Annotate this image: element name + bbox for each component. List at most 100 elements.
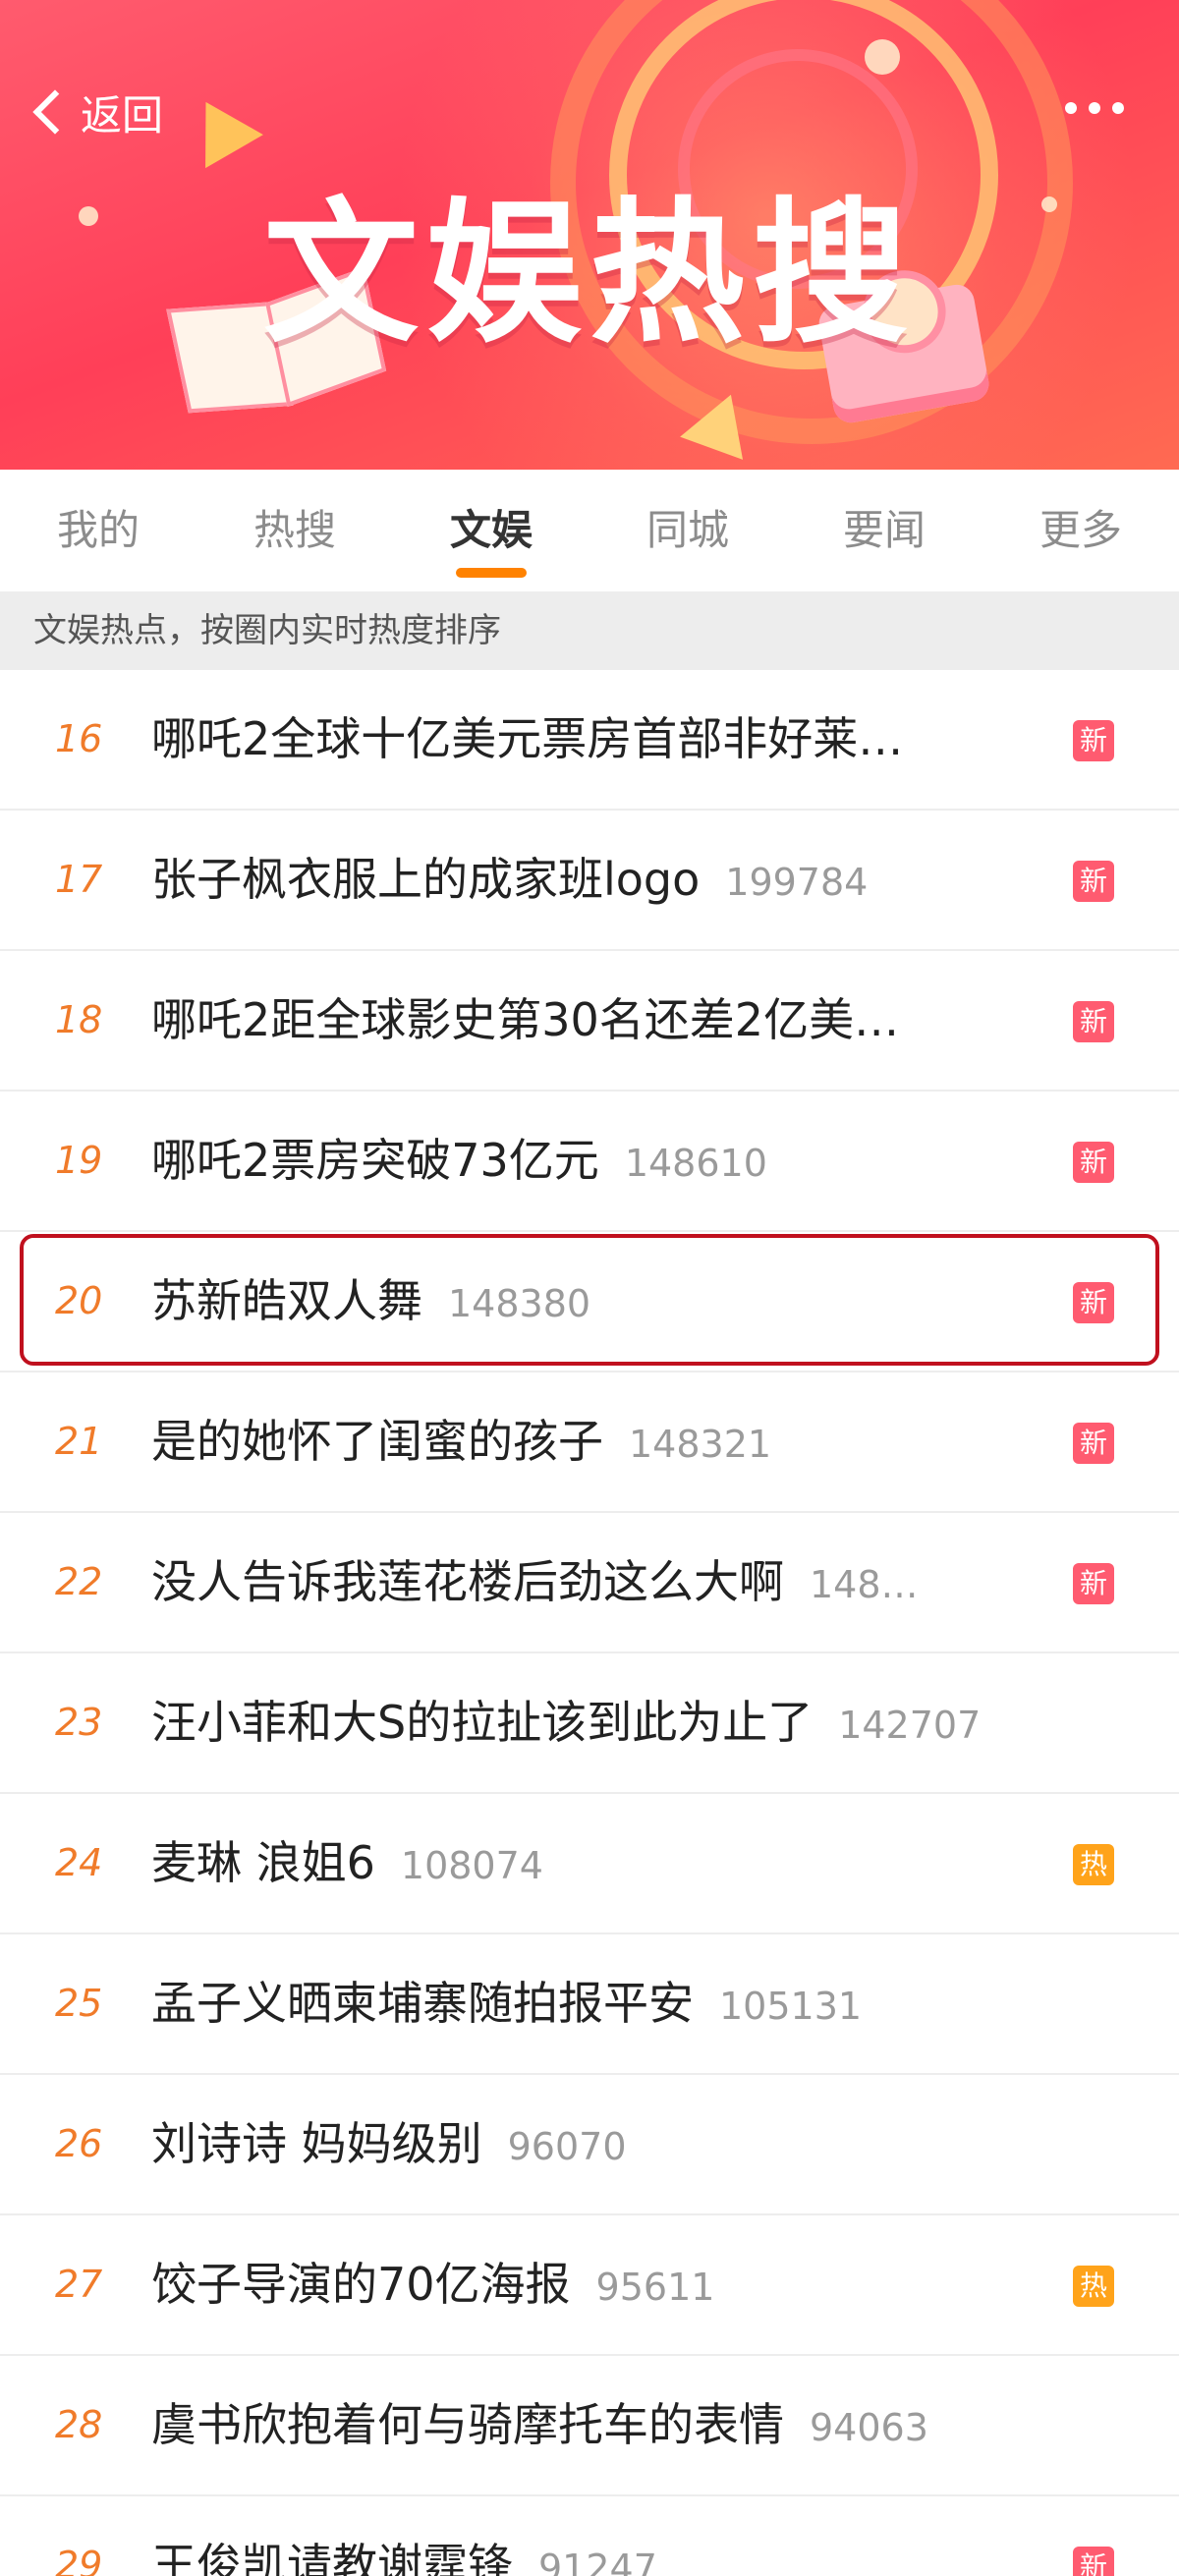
tab-label: 文娱 xyxy=(449,506,533,554)
tab-label: 我的 xyxy=(56,506,140,554)
tab-local[interactable]: 同城 xyxy=(590,470,786,591)
topic-title: 哪吒2票房突破73亿元 xyxy=(151,1134,599,1187)
category-tabs: 我的 热搜 文娱 同城 要闻 更多 xyxy=(0,470,1179,591)
header-banner: 文娱热搜 返回 xyxy=(0,0,1179,470)
tab-label: 要闻 xyxy=(842,506,926,554)
list-item[interactable]: 27 饺子导演的70亿海报 95611 热 xyxy=(0,2215,1179,2356)
list-item[interactable]: 28 虞书欣抱着何与骑摩托车的表情 94063 xyxy=(0,2356,1179,2496)
topic-title: 麦琳 浪姐6 xyxy=(151,1836,375,1889)
back-label: 返回 xyxy=(81,90,164,140)
new-badge: 新 xyxy=(1073,1142,1114,1183)
rank-number: 18 xyxy=(55,998,103,1041)
heat-count: 199784 xyxy=(725,861,869,904)
list-item[interactable]: 20 苏新皓双人舞 148380 新 xyxy=(0,1232,1179,1372)
list-item[interactable]: 17 张子枫衣服上的成家班logo 199784 新 xyxy=(0,811,1179,951)
new-badge: 新 xyxy=(1073,1563,1114,1604)
list-item[interactable]: 21 是的她怀了闺蜜的孩子 148321 新 xyxy=(0,1372,1179,1513)
rank-number: 26 xyxy=(55,2122,103,2165)
new-badge: 新 xyxy=(1073,1001,1114,1042)
more-button[interactable] xyxy=(1065,102,1124,114)
active-tab-indicator xyxy=(456,568,527,578)
new-badge: 新 xyxy=(1073,720,1114,761)
topic-title: 王俊凯请教谢霆锋 xyxy=(151,2539,513,2576)
list-item[interactable]: 25 孟子义晒柬埔寨随拍报平安 105131 xyxy=(0,1934,1179,2075)
list-item[interactable]: 24 麦琳 浪姐6 108074 热 xyxy=(0,1794,1179,1934)
heat-count: 142707 xyxy=(838,1704,982,1747)
rank-number: 23 xyxy=(55,1701,103,1744)
list-item[interactable]: 23 汪小菲和大S的拉扯该到此为止了 142707 xyxy=(0,1653,1179,1794)
topic-link[interactable]: 汪小菲和大S的拉扯该到此为止了 142707 xyxy=(151,1653,981,1792)
heat-count: 108074 xyxy=(400,1844,543,1887)
info-strip: 文娱热点，按圈内实时热度排序 xyxy=(0,591,1179,670)
rank-number: 27 xyxy=(55,2263,103,2306)
hot-badge: 热 xyxy=(1073,2266,1114,2307)
topic-link[interactable]: 麦琳 浪姐6 108074 xyxy=(151,1794,543,1932)
topic-title: 苏新皓双人舞 xyxy=(151,1274,422,1327)
back-button[interactable]: 返回 xyxy=(28,81,163,143)
tab-label: 热搜 xyxy=(253,506,336,554)
topic-title: 张子枫衣服上的成家班logo xyxy=(151,853,701,906)
topic-title: 刘诗诗 妈妈级别 xyxy=(151,2117,482,2170)
topic-title: 是的她怀了闺蜜的孩子 xyxy=(151,1415,603,1468)
heat-count: 148… xyxy=(810,1563,919,1606)
rank-number: 21 xyxy=(55,1420,103,1463)
new-badge: 新 xyxy=(1073,2547,1114,2576)
heat-count: 94063 xyxy=(810,2406,928,2449)
rank-number: 24 xyxy=(55,1841,103,1884)
topic-link[interactable]: 哪吒2全球十亿美元票房首部非好莱… xyxy=(151,670,903,809)
new-badge: 新 xyxy=(1073,861,1114,902)
topic-link[interactable]: 哪吒2票房突破73亿元 148610 xyxy=(151,1092,767,1230)
tab-news[interactable]: 要闻 xyxy=(786,470,982,591)
topic-link[interactable]: 虞书欣抱着何与骑摩托车的表情 94063 xyxy=(151,2356,928,2494)
topic-link[interactable]: 王俊凯请教谢霆锋 91247 xyxy=(151,2496,657,2576)
list-item[interactable]: 22 没人告诉我莲花楼后劲这么大啊 148… 新 xyxy=(0,1513,1179,1653)
rank-number: 16 xyxy=(55,717,103,760)
list-item[interactable]: 19 哪吒2票房突破73亿元 148610 新 xyxy=(0,1092,1179,1232)
heat-count: 91247 xyxy=(538,2547,657,2576)
rank-number: 28 xyxy=(55,2403,103,2446)
hot-badge: 热 xyxy=(1073,1844,1114,1885)
page: 文娱热搜 返回 我的 热搜 文娱 同城 要闻 更多 文娱热点，按圈内实时热度排序… xyxy=(0,0,1179,2576)
topic-title: 没人告诉我莲花楼后劲这么大啊 xyxy=(151,1555,784,1608)
topic-title: 虞书欣抱着何与骑摩托车的表情 xyxy=(151,2398,784,2451)
rank-number: 20 xyxy=(55,1279,103,1322)
heat-count: 148610 xyxy=(624,1142,767,1185)
heat-count: 96070 xyxy=(507,2125,627,2168)
tab-label: 同城 xyxy=(646,506,729,554)
banner-title: 文娱热搜 xyxy=(263,184,916,364)
topic-title: 哪吒2全球十亿美元票房首部非好莱… xyxy=(151,712,904,765)
topic-title: 哪吒2距全球影史第30名还差2亿美… xyxy=(151,993,900,1046)
rank-number: 19 xyxy=(55,1139,103,1182)
list-item[interactable]: 26 刘诗诗 妈妈级别 96070 xyxy=(0,2075,1179,2215)
topic-link[interactable]: 苏新皓双人舞 148380 xyxy=(151,1232,590,1371)
rank-number: 17 xyxy=(55,858,103,901)
topic-title: 汪小菲和大S的拉扯该到此为止了 xyxy=(151,1696,814,1749)
topic-link[interactable]: 刘诗诗 妈妈级别 96070 xyxy=(151,2075,627,2213)
heat-count: 148380 xyxy=(448,1282,591,1325)
heat-count: 95611 xyxy=(595,2266,715,2309)
tab-entertainment[interactable]: 文娱 xyxy=(393,470,590,591)
topic-link[interactable]: 哪吒2距全球影史第30名还差2亿美… xyxy=(151,951,899,1090)
rank-number: 22 xyxy=(55,1560,103,1603)
tab-more[interactable]: 更多 xyxy=(982,470,1179,591)
new-badge: 新 xyxy=(1073,1423,1114,1464)
topic-link[interactable]: 饺子导演的70亿海报 95611 xyxy=(151,2215,714,2354)
hot-search-list: 16 哪吒2全球十亿美元票房首部非好莱… 新 17 张子枫衣服上的成家班logo 1997… xyxy=(0,670,1179,2576)
topic-title: 饺子导演的70亿海报 xyxy=(151,2258,571,2311)
topic-link[interactable]: 没人告诉我莲花楼后劲这么大啊 148… xyxy=(151,1513,919,1652)
more-dots-icon xyxy=(1065,102,1077,114)
list-item[interactable]: 16 哪吒2全球十亿美元票房首部非好莱… 新 xyxy=(0,670,1179,811)
topic-link[interactable]: 是的她怀了闺蜜的孩子 148321 xyxy=(151,1372,771,1511)
tab-label: 更多 xyxy=(1039,506,1122,554)
topic-link[interactable]: 孟子义晒柬埔寨随拍报平安 105131 xyxy=(151,1934,862,2073)
more-dots-icon xyxy=(1089,102,1100,114)
tab-mine[interactable]: 我的 xyxy=(0,470,196,591)
topic-link[interactable]: 张子枫衣服上的成家班logo 199784 xyxy=(151,811,868,949)
tab-hot-search[interactable]: 热搜 xyxy=(196,470,393,591)
more-dots-icon xyxy=(1112,102,1124,114)
heat-count: 148321 xyxy=(629,1423,772,1466)
rank-number: 25 xyxy=(55,1982,103,2025)
list-item[interactable]: 29 王俊凯请教谢霆锋 91247 新 xyxy=(0,2496,1179,2576)
rank-number: 29 xyxy=(55,2544,103,2576)
list-item[interactable]: 18 哪吒2距全球影史第30名还差2亿美… 新 xyxy=(0,951,1179,1092)
